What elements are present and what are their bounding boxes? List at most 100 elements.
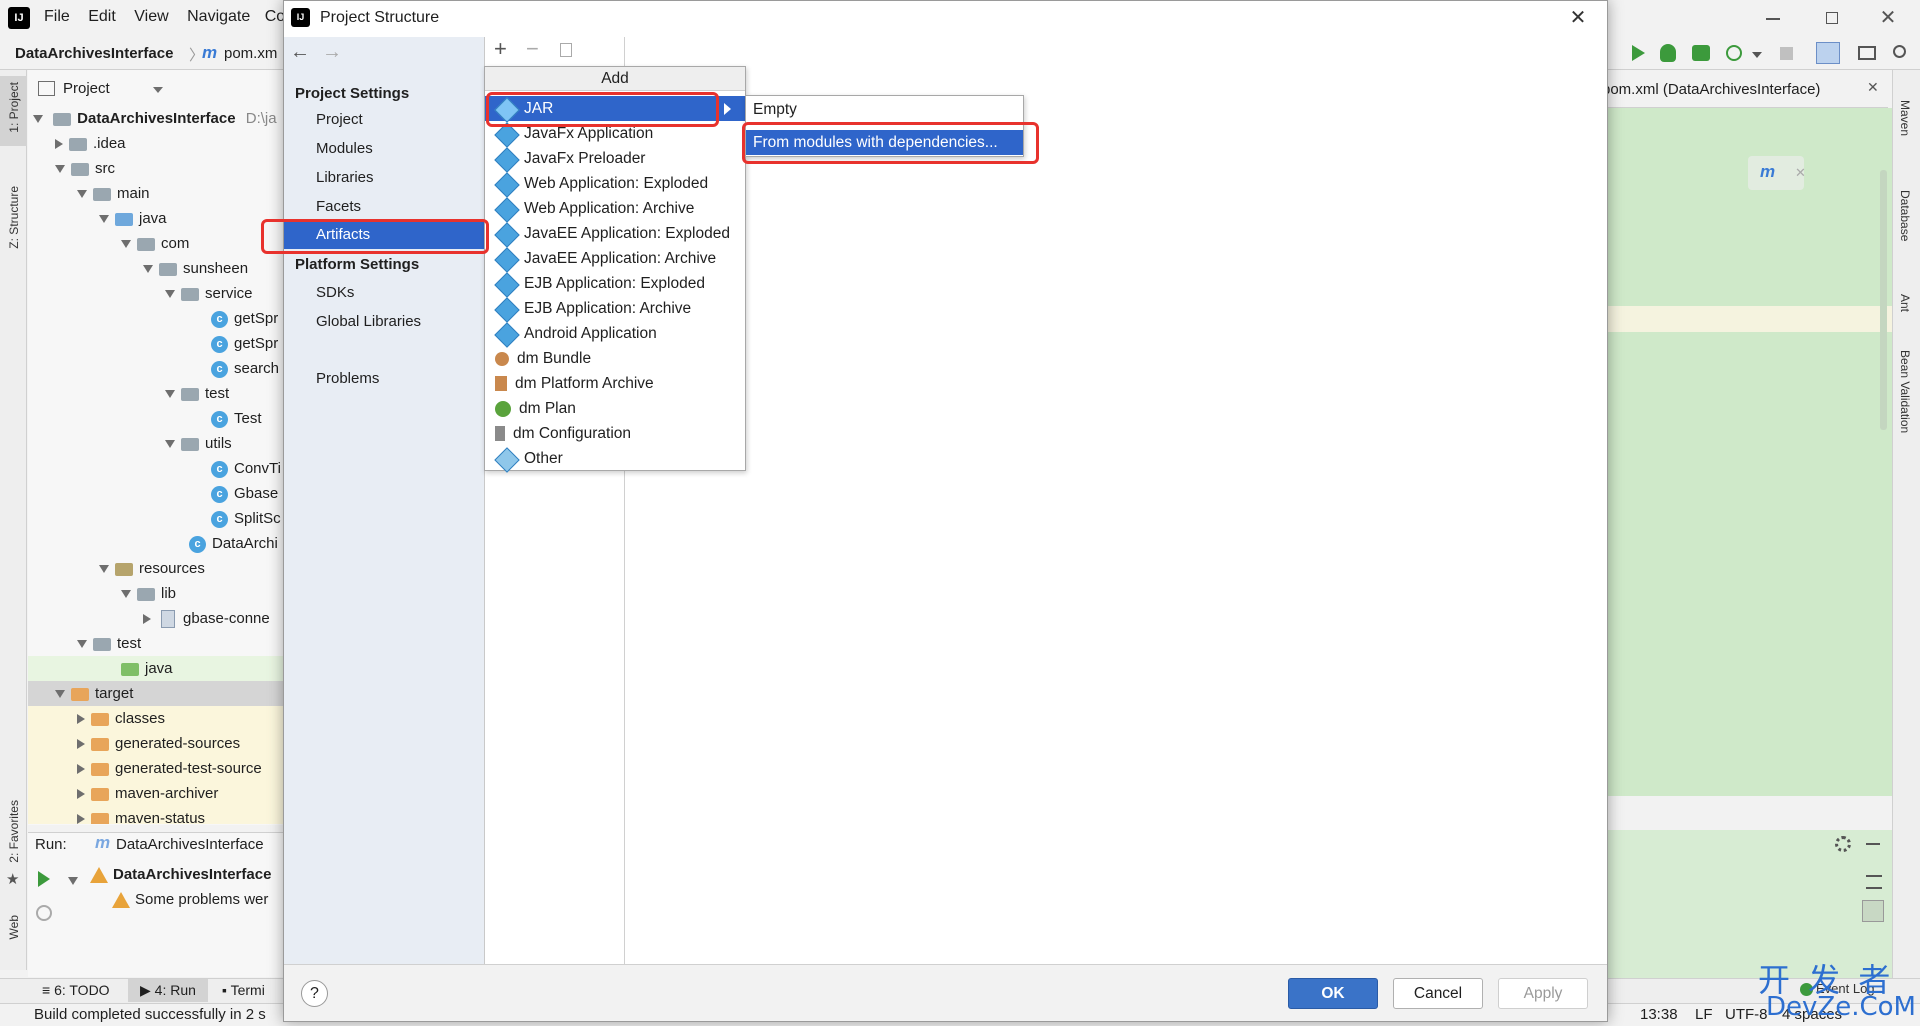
menu-item[interactable]: dm Bundle — [485, 346, 755, 371]
menu-item[interactable]: Web Application: Archive — [485, 196, 755, 223]
cancel-button[interactable]: Cancel — [1393, 978, 1483, 1009]
tree-item[interactable]: .idea — [55, 131, 126, 156]
coverage-icon[interactable] — [1692, 45, 1710, 61]
menu-item[interactable]: JavaEE Application: Exploded — [485, 221, 755, 248]
copy-artifact-icon[interactable] — [560, 43, 572, 57]
menu-item[interactable]: dm Plan — [485, 396, 755, 421]
menu-item[interactable]: Android Application — [485, 321, 755, 348]
nav-item-libraries[interactable]: Libraries — [316, 165, 374, 191]
rerun-icon[interactable] — [38, 871, 50, 887]
tree-item[interactable]: utils — [165, 431, 232, 456]
project-panel-title[interactable]: Project — [63, 80, 110, 97]
tree-item[interactable]: maven-archiver — [77, 781, 218, 806]
nav-item-project[interactable]: Project — [316, 107, 363, 133]
tree-item[interactable]: c Gbase — [211, 481, 278, 506]
tree-item[interactable]: generated-sources — [77, 731, 240, 756]
add-artifact-icon[interactable]: + — [494, 36, 507, 62]
tree-item-root[interactable]: DataArchivesInterface D:\ja — [33, 106, 277, 131]
run-icon[interactable] — [1632, 45, 1645, 61]
close-tab-icon[interactable]: ✕ — [1867, 79, 1879, 96]
chevron-down-icon[interactable] — [1752, 52, 1762, 58]
tree-item[interactable]: c search — [211, 356, 279, 381]
stop-icon[interactable] — [1780, 47, 1793, 60]
tree-item[interactable]: java — [99, 206, 167, 231]
breadcrumb-file[interactable]: pom.xm — [224, 45, 277, 62]
search-icon[interactable] — [1893, 45, 1906, 58]
apply-button[interactable]: Apply — [1498, 978, 1588, 1009]
nav-item-sdks[interactable]: SDKs — [316, 280, 354, 306]
terminal-tab[interactable]: ▪ Termi — [222, 982, 265, 998]
bean-validation-tool-tab[interactable]: Bean Validation — [1898, 350, 1912, 433]
tree-item[interactable]: sunsheen — [143, 256, 248, 281]
ok-button[interactable]: OK — [1288, 978, 1378, 1009]
status-encoding[interactable]: UTF-8 — [1725, 1006, 1768, 1023]
status-line-separator[interactable]: LF — [1695, 1006, 1713, 1023]
help-button[interactable]: ? — [301, 980, 328, 1007]
remove-artifact-icon[interactable]: − — [526, 36, 539, 62]
tree-item[interactable]: c getSpr — [211, 306, 278, 331]
menu-item[interactable]: dm Platform Archive — [485, 371, 755, 396]
tree-item[interactable]: gbase-conne — [143, 606, 270, 631]
back-arrow-icon[interactable]: ← — [290, 41, 310, 64]
menu-item[interactable]: Web Application: Exploded — [485, 171, 755, 198]
close-icon[interactable]: ✕ — [1795, 165, 1806, 181]
chevron-down-icon[interactable] — [68, 872, 78, 889]
menu-edit[interactable]: Edit — [88, 8, 116, 25]
tree-item[interactable]: c getSpr — [211, 331, 278, 356]
menu-navigate[interactable]: Navigate — [187, 8, 250, 25]
nav-item-modules[interactable]: Modules — [316, 136, 373, 162]
tree-item[interactable]: service — [165, 281, 253, 306]
tree-item[interactable]: resources — [99, 556, 205, 581]
tree-item[interactable]: com — [121, 231, 189, 256]
nav-item-artifacts-selected[interactable] — [284, 222, 485, 249]
maven-tool-tab[interactable]: Maven — [1898, 100, 1912, 136]
menu-item[interactable]: EJB Application: Archive — [485, 296, 755, 323]
window-minimize-icon[interactable] — [1766, 18, 1780, 20]
tree-item[interactable]: c ConvTi — [211, 456, 281, 481]
menu-item[interactable]: dm Configuration — [485, 421, 755, 446]
tree-item[interactable]: classes — [77, 706, 165, 731]
dialog-close-icon[interactable]: ✕ — [1566, 4, 1590, 32]
tree-item[interactable]: c DataArchi — [189, 531, 278, 556]
web-tool-tab[interactable]: Web — [7, 915, 21, 939]
todo-tab[interactable]: ≡ 6: TODO — [42, 982, 110, 998]
window-close-icon[interactable]: ✕ — [1876, 6, 1900, 30]
tree-item[interactable]: generated-test-source — [77, 756, 262, 781]
project-structure-icon[interactable] — [1816, 42, 1840, 64]
menu-file[interactable]: File — [44, 8, 70, 25]
debug-icon[interactable] — [1660, 44, 1676, 62]
tree-item[interactable]: lib — [121, 581, 176, 606]
nav-item-global-libraries[interactable]: Global Libraries — [316, 309, 421, 335]
maven-reload-icon[interactable]: m — [1760, 162, 1775, 182]
menu-item[interactable]: JavaEE Application: Archive — [485, 246, 755, 273]
tree-item[interactable]: c SplitSc — [211, 506, 281, 531]
tree-item[interactable]: src — [55, 156, 115, 181]
tree-item[interactable]: c Test — [211, 406, 262, 431]
database-tool-tab[interactable]: Database — [1898, 190, 1912, 241]
breadcrumb-project[interactable]: DataArchivesInterface — [15, 45, 173, 62]
nav-item-facets[interactable]: Facets — [316, 194, 361, 220]
chevron-down-icon[interactable] — [153, 87, 163, 93]
editor-content[interactable] — [1608, 108, 1892, 796]
favorites-tool-tab[interactable]: 2: Favorites — [7, 800, 21, 863]
run-node-label[interactable]: DataArchivesInterface — [113, 866, 271, 883]
editor-tab[interactable]: pom.xml (DataArchivesInterface) — [1602, 81, 1820, 98]
forward-arrow-icon[interactable]: → — [322, 41, 342, 64]
status-message[interactable]: Build completed successfully in 2 s — [34, 1006, 266, 1023]
window-restore-icon[interactable] — [1826, 12, 1838, 24]
tree-item[interactable]: test — [165, 381, 229, 406]
layout-icon[interactable] — [1858, 46, 1876, 60]
submenu-item-empty[interactable]: Empty — [753, 97, 797, 122]
run-tab[interactable]: DataArchivesInterface — [116, 836, 264, 853]
settings-icon[interactable] — [1835, 836, 1851, 852]
soft-wrap-icon[interactable] — [1866, 875, 1882, 889]
tree-item[interactable]: maven-status — [77, 806, 205, 824]
menu-item[interactable]: EJB Application: Exploded — [485, 271, 755, 298]
tree-item[interactable]: test — [77, 631, 141, 656]
tree-item[interactable]: target — [55, 681, 133, 706]
profile-icon[interactable] — [1726, 45, 1742, 61]
minimize-panel-icon[interactable] — [1866, 843, 1880, 845]
structure-tool-tab[interactable]: Z: Structure — [7, 186, 21, 249]
editor-scrollbar[interactable] — [1880, 170, 1887, 430]
tree-item[interactable]: main — [77, 181, 150, 206]
